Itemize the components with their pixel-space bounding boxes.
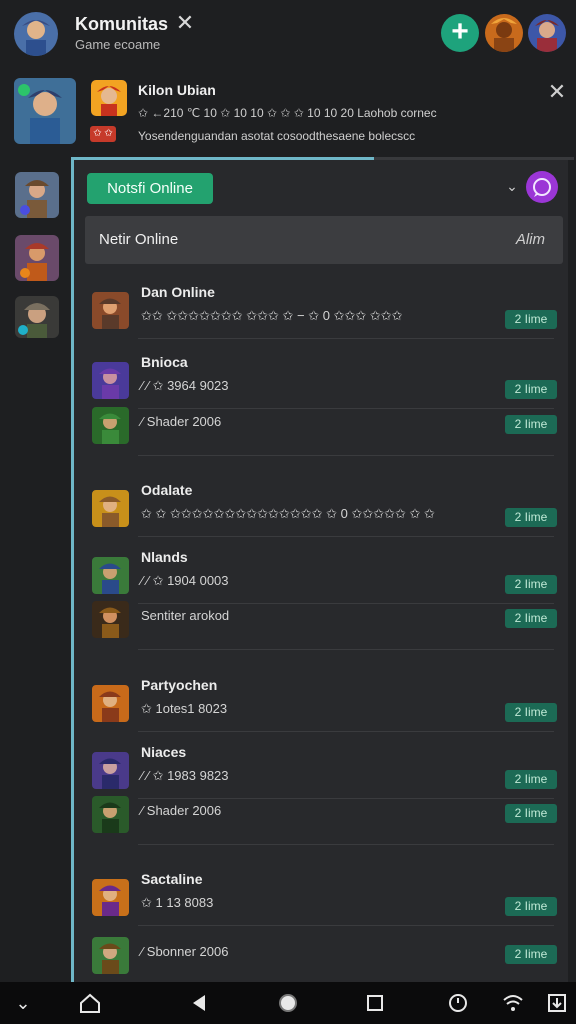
- friend-row[interactable]: Dan Online ✩✩ ✩✩✩✩✩✩✩ ✩✩✩ ✩ − ✩ 0 ✩✩✩ ✩✩✩…: [74, 278, 568, 339]
- time-badge: 2 Iime: [505, 310, 557, 329]
- page-subtitle: Game ecoame: [75, 37, 161, 52]
- notification-text: ✩ ←210 ℃ 10 ✩ 10 10 ✩ ✩ ✩ 10 10 20 Laoho…: [138, 106, 437, 120]
- friend-status-text: ✩ 1otes1 8023: [141, 701, 228, 716]
- back-icon[interactable]: [187, 990, 213, 1016]
- row-divider: [138, 925, 554, 926]
- friend-row[interactable]: ⁄ Sbonner 2006 2 Iime: [74, 933, 568, 989]
- online-status-button[interactable]: Notsfi Online: [87, 173, 213, 204]
- friend-status-text: ⁄ Shader 2006: [141, 414, 222, 429]
- friend-name: Bnioca: [141, 354, 188, 370]
- add-button[interactable]: +: [441, 14, 479, 52]
- section-header: Netir Online Alim: [85, 216, 563, 264]
- header: Komunitas Game ecoame ✕ +: [0, 0, 576, 70]
- notification-badge: ✩ ✩: [90, 126, 116, 142]
- notification-bar[interactable]: ✩ ✩ Kilon Ubian ✩ ←210 ℃ 10 ✩ 10 10 ✩ ✩ …: [0, 72, 576, 152]
- friend-name: Dan Online: [141, 284, 215, 300]
- time-badge: 2 Iime: [505, 804, 557, 823]
- friend-status-text: ⁄ Sbonner 2006: [141, 944, 229, 959]
- friend-status-text: ⁄ ⁄ ✩ 1904 0003: [141, 573, 229, 588]
- friend-name: Nlands: [141, 549, 188, 565]
- section-title: Netir Online: [99, 231, 179, 248]
- user-avatar[interactable]: [528, 14, 566, 52]
- game-avatar-icon: [92, 292, 129, 329]
- close-icon[interactable]: ✕: [174, 12, 196, 34]
- recents-icon[interactable]: [362, 990, 388, 1016]
- rail-game-item[interactable]: [15, 296, 59, 338]
- time-badge: 2 Iime: [505, 415, 557, 434]
- online-panel: Notsfi Online ⌄ Netir Online Alim Dan On…: [71, 157, 574, 983]
- app-root: Komunitas Game ecoame ✕ + ✩ ✩ Kilon Ubia…: [0, 0, 576, 1024]
- friend-name: Sactaline: [141, 871, 203, 887]
- time-badge: 2 Iime: [505, 508, 557, 527]
- notification-thumbnail: [14, 78, 76, 144]
- friend-status-text: ✩✩ ✩✩✩✩✩✩✩ ✩✩✩ ✩ − ✩ 0 ✩✩✩ ✩✩✩: [141, 308, 403, 323]
- time-badge: 2 Iime: [505, 703, 557, 722]
- friend-status-text: Sentiter arokod: [141, 608, 230, 623]
- friend-name: Odalate: [141, 482, 193, 498]
- community-avatar[interactable]: [14, 12, 58, 56]
- notification-title: Kilon Ubian: [138, 82, 216, 98]
- rail-game-item[interactable]: [15, 172, 59, 218]
- time-badge: 2 Iime: [505, 380, 557, 399]
- game-avatar-icon: [92, 407, 129, 444]
- game-avatar-icon: [92, 362, 129, 399]
- friend-status-text: ✩ 1 13 8083: [141, 895, 214, 910]
- game-avatar-icon: [92, 796, 129, 833]
- game-avatar-icon: [92, 685, 129, 722]
- game-avatar-icon: [92, 879, 129, 916]
- time-badge: 2 Iime: [505, 897, 557, 916]
- row-divider: [138, 536, 554, 537]
- row-divider: [138, 844, 554, 845]
- friend-name: Niaces: [141, 744, 187, 760]
- friend-status-text: ⁄ ⁄ ✩ 3964 9023: [141, 378, 229, 393]
- friend-row[interactable]: Sactaline ✩ 1 13 8083 2 Iime: [74, 865, 568, 926]
- chat-button[interactable]: [526, 171, 558, 203]
- time-badge: 2 Iime: [505, 575, 557, 594]
- chevron-down-icon[interactable]: ⌄: [504, 178, 520, 194]
- row-divider: [138, 649, 554, 650]
- plus-icon: +: [451, 15, 469, 48]
- friend-row[interactable]: ⁄ Shader 2006 2 Iime: [74, 792, 568, 848]
- game-avatar-icon: [92, 752, 129, 789]
- time-badge: 2 Iime: [505, 609, 557, 628]
- home-button[interactable]: [275, 990, 301, 1016]
- row-divider: [138, 338, 554, 339]
- wifi-icon[interactable]: [500, 990, 526, 1016]
- time-badge: 2 Iime: [505, 770, 557, 789]
- friend-row[interactable]: Nlands ⁄ ⁄ ✩ 1904 0003 2 Iime: [74, 543, 568, 604]
- timer-icon[interactable]: [445, 990, 471, 1016]
- friend-row[interactable]: ⁄ Shader 2006 2 Iime: [74, 403, 568, 459]
- user-avatar[interactable]: [485, 14, 523, 52]
- friend-row[interactable]: Bnioca ⁄ ⁄ ✩ 3964 9023 2 Iime: [74, 348, 568, 409]
- friend-row[interactable]: Niaces ⁄ ⁄ ✩ 1983 9823 2 Iime: [74, 738, 568, 799]
- game-avatar-icon: [92, 557, 129, 594]
- time-badge: 2 Iime: [505, 945, 557, 964]
- notification-text: Yosendenguandan asotat cosoodthesaene bo…: [138, 129, 416, 143]
- game-avatar-icon: [92, 601, 129, 638]
- friend-status-text: ⁄ ⁄ ✩ 1983 9823: [141, 768, 229, 783]
- game-avatar-icon: [92, 937, 129, 974]
- friend-row[interactable]: Sentiter arokod 2 Iime: [74, 597, 568, 653]
- home-icon[interactable]: [77, 990, 103, 1016]
- rail-game-item[interactable]: [15, 235, 59, 281]
- friend-name: Partyochen: [141, 677, 218, 693]
- chevron-down-icon[interactable]: ⌄: [10, 990, 36, 1016]
- download-icon[interactable]: [544, 990, 570, 1016]
- notification-app-icon: [91, 80, 127, 116]
- close-icon[interactable]: ✕: [545, 80, 569, 104]
- friend-status-text: ✩ ✩ ✩✩✩✩✩✩✩✩✩✩✩✩✩✩ ✩ 0 ✩✩✩✩✩ ✩ ✩: [141, 506, 435, 521]
- system-nav-bar: ⌄: [0, 982, 576, 1024]
- row-divider: [138, 455, 554, 456]
- game-avatar-icon: [92, 490, 129, 527]
- friend-row[interactable]: Odalate ✩ ✩ ✩✩✩✩✩✩✩✩✩✩✩✩✩✩ ✩ 0 ✩✩✩✩✩ ✩ ✩ 2…: [74, 476, 568, 537]
- section-action[interactable]: Alim: [516, 231, 545, 248]
- chat-icon: [533, 178, 551, 197]
- panel-divider: [374, 157, 574, 160]
- friend-row[interactable]: Partyochen ✩ 1otes1 8023 2 Iime: [74, 671, 568, 732]
- page-title: Komunitas: [75, 14, 169, 34]
- friend-status-text: ⁄ Shader 2006: [141, 803, 222, 818]
- row-divider: [138, 731, 554, 732]
